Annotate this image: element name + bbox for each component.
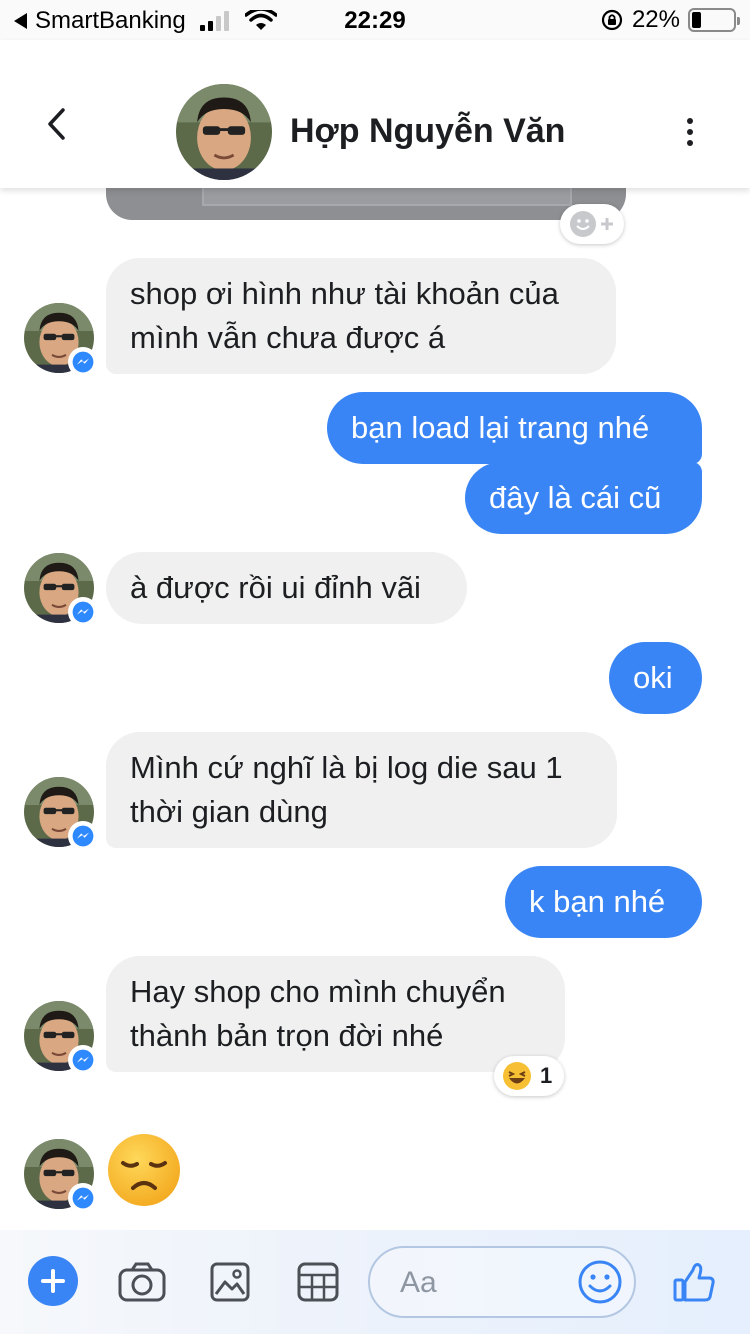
incoming-message[interactable]: à được rồi ui đỉnh vãi: [106, 552, 467, 624]
image-icon: [210, 1262, 250, 1302]
contact-avatar[interactable]: [176, 84, 272, 180]
message-text: Hay shop cho mình chuyển thành bản trọn …: [130, 974, 506, 1053]
status-left[interactable]: SmartBanking: [14, 7, 277, 35]
message-text: bạn load lại trang nhé: [351, 410, 650, 445]
plus-icon: [601, 218, 613, 230]
outgoing-message[interactable]: oki: [609, 642, 702, 714]
message-text: k bạn nhé: [529, 884, 666, 919]
battery-percent: 22%: [631, 6, 680, 33]
disappointed-face-emoji-icon[interactable]: [106, 1132, 182, 1208]
more-actions-button[interactable]: [28, 1256, 78, 1306]
outgoing-message[interactable]: đây là cái cũ: [465, 462, 702, 534]
outgoing-message[interactable]: k bạn nhé: [505, 866, 702, 938]
sticker-icon: [297, 1262, 339, 1302]
incoming-message[interactable]: Mình cứ nghĩ là bị log die sau 1 thời gi…: [106, 732, 617, 848]
plus-icon: [41, 1269, 65, 1293]
message-composer: Aa: [0, 1230, 750, 1334]
reaction-count: 1: [540, 1063, 553, 1088]
messenger-badge-icon: [68, 597, 98, 627]
back-app-label[interactable]: SmartBanking: [35, 7, 186, 35]
messenger-badge-icon: [68, 821, 98, 851]
laughing-emoji-icon: [503, 1062, 531, 1090]
message-list[interactable]: shop ơi hình như tài khoản của mình vẫn …: [0, 168, 750, 1230]
outgoing-message[interactable]: bạn load lại trang nhé: [327, 392, 702, 464]
contact-avatar-small[interactable]: [24, 1139, 98, 1213]
smiley-icon: [570, 211, 596, 237]
gallery-button[interactable]: [204, 1256, 256, 1308]
contact-avatar-small[interactable]: [24, 553, 98, 627]
rotation-lock-icon: [601, 9, 623, 31]
messenger-badge-icon: [68, 347, 98, 377]
message-reaction[interactable]: 1: [494, 1056, 565, 1096]
emoji-icon[interactable]: [576, 1258, 624, 1306]
message-text: đây là cái cũ: [489, 480, 662, 515]
sticker-button[interactable]: [292, 1256, 344, 1308]
incoming-message[interactable]: Hay shop cho mình chuyển thành bản trọn …: [106, 956, 565, 1072]
incoming-message[interactable]: shop ơi hình như tài khoản của mình vẫn …: [106, 258, 616, 374]
camera-button[interactable]: [116, 1256, 168, 1308]
message-text: shop ơi hình như tài khoản của mình vẫn …: [130, 276, 559, 355]
status-bar: SmartBanking 22:29 22%: [0, 0, 750, 40]
status-right: 22%: [600, 6, 740, 34]
messenger-badge-icon: [68, 1183, 98, 1213]
add-reaction-button[interactable]: [560, 204, 624, 244]
chat-header: Hợp Nguyễn Văn: [0, 40, 750, 188]
messenger-badge-icon: [68, 1045, 98, 1075]
contact-avatar-small[interactable]: [24, 1001, 98, 1075]
camera-icon: [118, 1262, 166, 1302]
battery-icon: [688, 8, 740, 32]
thumbs-up-icon: [673, 1263, 715, 1302]
avatar-photo: [176, 84, 272, 180]
message-text: à được rồi ui đỉnh vãi: [130, 570, 421, 605]
like-button[interactable]: [668, 1256, 720, 1308]
contact-avatar-small[interactable]: [24, 303, 98, 377]
contact-name[interactable]: Hợp Nguyễn Văn: [290, 112, 565, 151]
back-to-app-icon[interactable]: [14, 13, 27, 29]
input-placeholder: Aa: [400, 1266, 437, 1299]
message-text: oki: [633, 660, 673, 695]
more-vertical-icon[interactable]: [672, 112, 708, 152]
battery-fill: [692, 12, 701, 28]
back-button[interactable]: [36, 104, 76, 144]
signal-icon: [199, 11, 229, 31]
chevron-left-icon: [48, 108, 65, 140]
message-input[interactable]: Aa: [368, 1246, 636, 1318]
contact-avatar-small[interactable]: [24, 777, 98, 851]
message-text: Mình cứ nghĩ là bị log die sau 1 thời gi…: [130, 750, 563, 829]
wifi-icon: [244, 10, 277, 30]
